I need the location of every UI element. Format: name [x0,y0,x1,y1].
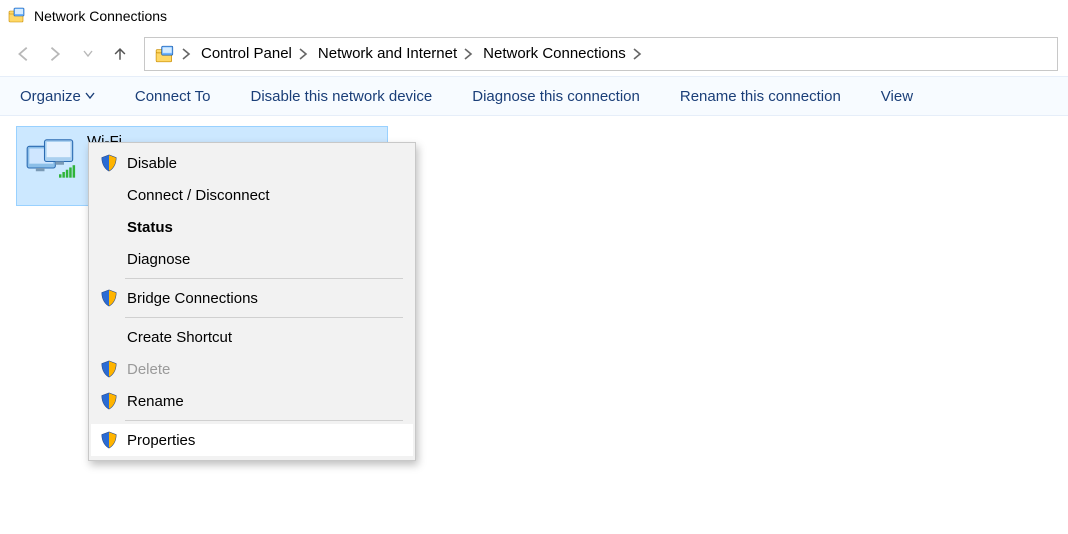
menu-separator [125,420,403,421]
menu-label: Diagnose [127,251,190,268]
cmd-label: Disable this network device [250,88,432,105]
back-button[interactable] [10,40,38,68]
breadcrumb-control-panel[interactable]: Control Panel [197,38,314,70]
menu-label: Bridge Connections [127,290,258,307]
menu-rename[interactable]: Rename [91,385,413,417]
breadcrumb-root-icon[interactable] [151,38,197,70]
recent-locations-dropdown[interactable] [74,40,102,68]
cmd-label: View [881,88,913,105]
diagnose-connection-button[interactable]: Diagnose this connection [472,88,640,105]
context-menu: Disable Connect / Disconnect Status Diag… [88,142,416,461]
breadcrumb-label: Control Panel [201,45,292,62]
network-folder-icon [8,7,26,25]
chevron-right-icon[interactable] [461,47,475,61]
command-bar: Organize Connect To Disable this network… [0,76,1068,116]
menu-diagnose[interactable]: Diagnose [91,243,413,275]
organize-menu[interactable]: Organize [20,88,95,105]
menu-delete: Delete [91,353,413,385]
signal-bars-icon [59,165,76,179]
menu-properties[interactable]: Properties [91,424,413,456]
menu-label: Create Shortcut [127,329,232,346]
caret-down-icon [85,91,95,101]
up-button[interactable] [106,40,134,68]
disable-device-button[interactable]: Disable this network device [250,88,432,105]
rename-connection-button[interactable]: Rename this connection [680,88,841,105]
menu-create-shortcut[interactable]: Create Shortcut [91,321,413,353]
shield-icon [99,430,119,450]
shield-icon [99,288,119,308]
menu-status[interactable]: Status [91,211,413,243]
cmd-label: Connect To [135,88,211,105]
forward-button[interactable] [42,40,70,68]
chevron-right-icon[interactable] [296,47,310,61]
menu-connect-disconnect[interactable]: Connect / Disconnect [91,179,413,211]
menu-label: Delete [127,361,170,378]
menu-label: Rename [127,393,184,410]
content-area: Wi-Fi Disable Connect / Disconnect Statu… [0,116,1068,216]
titlebar: Network Connections [0,0,1068,32]
menu-bridge-connections[interactable]: Bridge Connections [91,282,413,314]
window-title: Network Connections [34,8,167,24]
breadcrumb-label: Network Connections [483,45,626,62]
menu-label: Connect / Disconnect [127,187,270,204]
cmd-label: Diagnose this connection [472,88,640,105]
chevron-right-icon[interactable] [630,47,644,61]
shield-icon [99,153,119,173]
address-bar[interactable]: Control Panel Network and Internet Netwo… [144,37,1058,71]
menu-disable[interactable]: Disable [91,147,413,179]
menu-separator [125,317,403,318]
network-adapter-icon [25,133,77,177]
breadcrumb-network-internet[interactable]: Network and Internet [314,38,479,70]
breadcrumb-network-connections[interactable]: Network Connections [479,38,648,70]
menu-label: Status [127,219,173,236]
chevron-right-icon[interactable] [179,47,193,61]
menu-label: Disable [127,155,177,172]
breadcrumb-label: Network and Internet [318,45,457,62]
shield-icon [99,391,119,411]
view-menu[interactable]: View [881,88,913,105]
shield-icon [99,359,119,379]
cmd-label: Rename this connection [680,88,841,105]
menu-label: Properties [127,432,195,449]
connect-to-button[interactable]: Connect To [135,88,211,105]
menu-separator [125,278,403,279]
navigation-row: Control Panel Network and Internet Netwo… [0,32,1068,76]
cmd-label: Organize [20,88,81,105]
